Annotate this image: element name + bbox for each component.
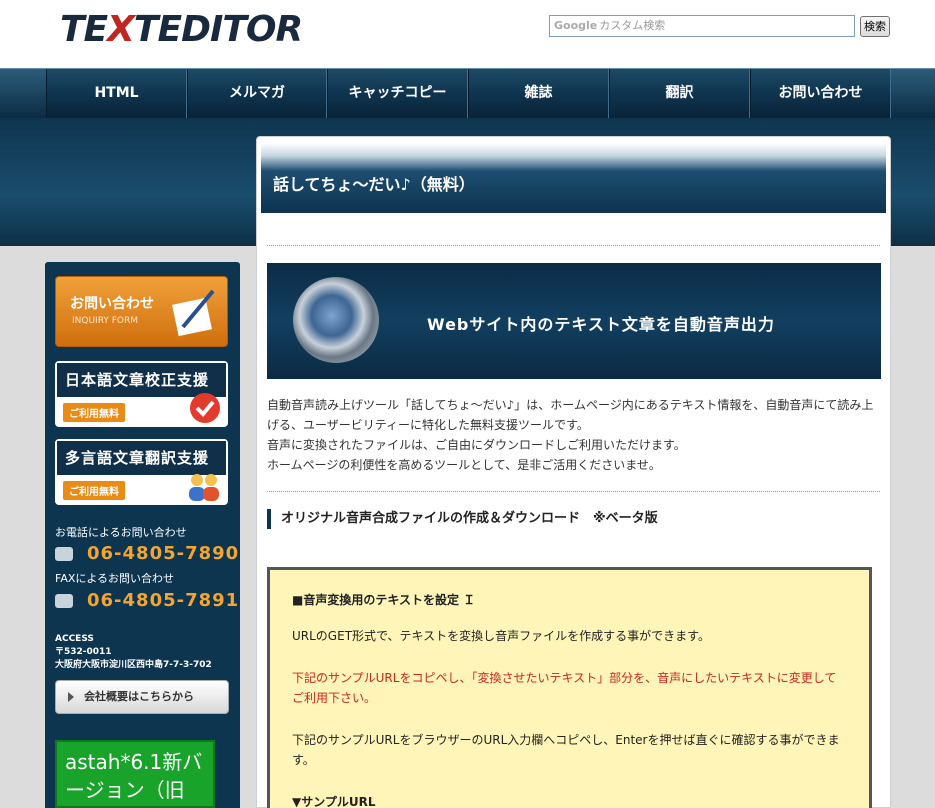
proofread-tag: ご利用無料 [63,403,125,422]
section-heading: オリジナル音声合成ファイルの作成＆ダウンロード ※ベータ版 [267,509,658,529]
nav-item-html[interactable]: HTML [46,69,187,118]
fax-number-text: 06-4805-7891 [87,590,240,611]
main-content: 話してちょ〜だい♪（無料） Webサイト内のテキスト文章を自動音声出力 自動音声… [256,136,891,808]
phone-icon [55,547,73,561]
inquiry-subtitle: INQUIRY FORM [72,316,139,326]
divider [267,491,880,492]
description-line: 音声に変換されたファイルは、ご自由にダウンロードしご利用いただけます。 [267,438,686,452]
access-label: ACCESS [55,634,94,644]
nav-item-catchcopy[interactable]: キャッチコピー [327,69,468,118]
check-icon [190,393,220,423]
hero-text: Webサイト内のテキスト文章を自動音声出力 [427,315,775,334]
search-placeholder: カスタム検索 [599,19,666,32]
fax-icon [55,594,73,608]
search-input[interactable]: Google カスタム検索 [549,15,855,37]
sidebar: お問い合わせ INQUIRY FORM 日本語文章校正支援 ご利用無料 多言語文… [45,262,240,808]
description: 自動音声読み上げツール「話してちょ〜だい♪」は、ホームページ内にあるテキスト情報… [267,395,883,475]
divider [267,245,880,246]
description-line: げる、ユーザービリティーに特化した無料支援ツールです。 [267,418,589,432]
instruction-box: ■音声変換用のテキストを設定 Ｉ URLのGET形式で、テキストを変換し音声ファ… [267,567,872,808]
address: 大阪府大阪市淀川区西中島7-7-3-702 [55,660,212,670]
phone-number: 06-4805-7890 [55,543,239,564]
speaker-icon [293,277,379,363]
hero-banner: Webサイト内のテキスト文章を自動音声出力 [267,263,881,379]
page-title: 話してちょ〜だい♪（無料） [273,175,475,194]
fax-label: FAXによるお問い合わせ [55,572,175,585]
box-red-text: 下記のサンプルURLをコピペし、「変換させたいテキスト」部分を、音声にしたいテキ… [292,671,837,685]
translate-tag: ご利用無料 [63,481,125,500]
phone-label: お電話によるお問い合わせ [55,526,187,539]
sample-url-heading: ▼サンプルURL [292,795,376,808]
box-text: す。 [292,753,315,767]
fax-number: 06-4805-7891 [55,590,239,611]
company-profile-button[interactable]: 会社概要はこちらから [55,680,229,714]
box-red-text: ご利用下さい。 [292,691,377,705]
people-icon [189,474,219,501]
logo-text-x: X [107,9,135,50]
site-header: TEXTEDITOR Google カスタム検索 検索 [0,0,935,68]
translate-title: 多言語文章翻訳支援 [57,441,226,475]
nav-item-translation[interactable]: 翻訳 [609,69,750,118]
translate-banner[interactable]: 多言語文章翻訳支援 ご利用無料 [55,439,228,505]
box-text: URLのGET形式で、テキストを変換し音声ファイルを作成する事ができます。 [292,629,710,643]
nav-item-contact[interactable]: お問い合わせ [750,69,891,118]
site-logo[interactable]: TEXTEDITOR [60,9,303,50]
inquiry-banner[interactable]: お問い合わせ INQUIRY FORM [55,276,228,347]
pen-icon [172,289,215,337]
phone-number-text: 06-4805-7890 [87,543,240,564]
postal-code: 〒532-0011 [55,647,112,657]
search-brand: Google [554,19,598,32]
description-line: ホームページの利便性を高めるツールとして、是非ご活用くださいませ。 [267,458,661,472]
logo-text-1: TE [60,9,108,50]
description-line: 自動音声読み上げツール「話してちょ〜だい♪」は、ホームページ内にあるテキスト情報… [267,398,874,412]
inquiry-title: お問い合わせ [70,296,154,312]
nav-item-mailmag[interactable]: メルマガ [187,69,327,118]
box-heading: ■音声変換用のテキストを設定 Ｉ [292,593,476,607]
arrow-right-icon [68,692,74,702]
global-nav: HTML メルマガ キャッチコピー 雑誌 翻訳 お問い合わせ [0,68,935,118]
astah-ad-banner[interactable]: astah*6.1新バージョン（旧 [55,740,215,808]
proofread-banner[interactable]: 日本語文章校正支援 ご利用無料 [55,361,228,427]
page-title-bar: 話してちょ〜だい♪（無料） [261,143,886,213]
logo-text-2: TEDITOR [133,9,303,50]
company-button-label: 会社概要はこちらから [84,690,194,703]
search-button[interactable]: 検索 [860,16,890,37]
nav-item-magazine[interactable]: 雑誌 [468,69,609,118]
box-text: 下記のサンプルURLをブラウザーのURL入力欄へコピペし、Enterを押せば直ぐ… [292,733,840,747]
